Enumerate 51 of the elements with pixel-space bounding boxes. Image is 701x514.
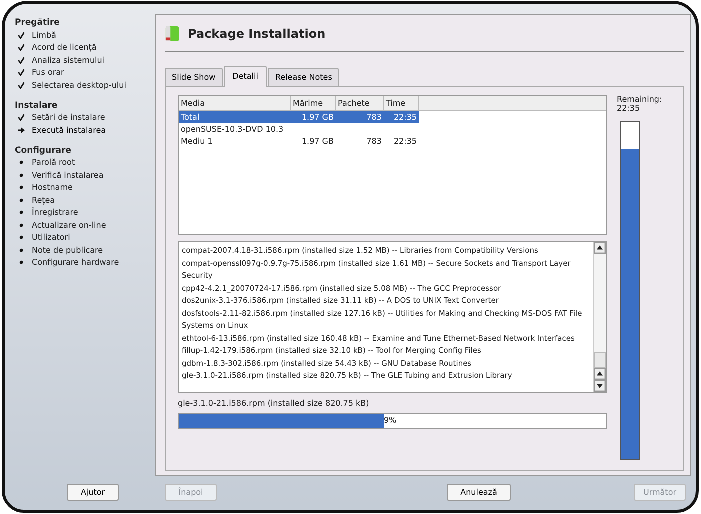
scroll-up-icon[interactable] (594, 368, 606, 380)
step-label: Actualizare on-line (32, 220, 106, 230)
dialog-button[interactable]: Anulează (447, 484, 511, 500)
tab[interactable]: Detalii (224, 66, 268, 87)
table-cell-text: 22:35 (392, 136, 418, 146)
step-label: Parolă root (32, 158, 76, 168)
package-icon (165, 25, 180, 43)
table-cell-text: 783 (366, 136, 383, 146)
step-label: Configurare hardware (32, 258, 120, 268)
table-row[interactable]: openSUSE-10.3-DVD 10.3 (179, 123, 606, 135)
column-header[interactable]: Mărime (291, 96, 336, 110)
remaining-label: Remaining: (617, 95, 664, 104)
tab[interactable]: Slide Show (165, 68, 223, 86)
scroll-up-icon[interactable] (594, 242, 606, 254)
column-header[interactable]: Media (179, 96, 291, 110)
step-label: Analiza sistemului (32, 56, 105, 65)
step-label: Rețea (32, 196, 56, 205)
table-cell: 22:35 (384, 111, 419, 123)
step-label: Selectarea desktop-ului (32, 80, 126, 90)
table-cell: Total (179, 111, 291, 123)
remaining-time: 22:35 (617, 104, 642, 113)
scroll-thumb[interactable] (594, 352, 606, 368)
step-label: Fus orar (32, 68, 64, 78)
step-label: Utilizatori (32, 233, 70, 242)
table-row[interactable]: Mediu 1 1.97 GB 783 22:35 (179, 135, 606, 147)
dialog-button[interactable]: Ajutor (67, 484, 119, 500)
column-header[interactable]: Time (384, 96, 419, 110)
column-header[interactable]: Pachete (336, 96, 384, 110)
section-title: Instalare (15, 100, 59, 110)
tab[interactable]: Release Notes (268, 68, 340, 86)
table-cell: 1.97 GB (291, 111, 336, 123)
table-cell-text: 1.97 GB (300, 136, 335, 146)
section-title: Pregătire (15, 18, 61, 28)
step-label: Note de publicare (32, 246, 104, 255)
table-row[interactable]: Total 1.97 GB 783 22:35 (179, 111, 606, 123)
table-cell: 783 (336, 111, 384, 123)
step-label: Setări de instalare (32, 113, 106, 122)
section-title: Configurare (15, 146, 72, 156)
scrollbar[interactable] (593, 242, 606, 392)
step-label: Limbă (32, 30, 56, 40)
table-cell-text: openSUSE-10.3-DVD 10.3 (180, 124, 285, 134)
step-label: Hostname (32, 183, 73, 192)
step-label: Acord de licență (32, 43, 97, 52)
page-title: Package Installation (188, 27, 326, 41)
table-cell-text: Mediu 1 (180, 136, 214, 146)
step-label: Execută instalarea (32, 126, 106, 135)
progress-percent: 9% (384, 416, 397, 425)
scroll-down-icon[interactable] (594, 380, 606, 392)
step-label: Înregistrare (32, 208, 78, 218)
step-label: Verifică instalarea (32, 170, 104, 180)
current-package: gle-3.1.0-21.i586.rpm (installed size 820.75 kB) (178, 399, 370, 408)
